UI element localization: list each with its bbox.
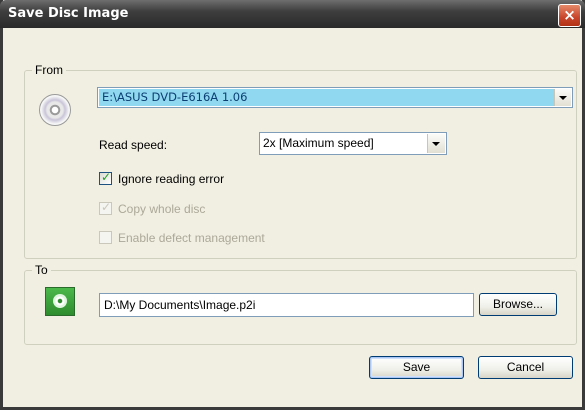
save-disc-image-dialog: Save Disc Image × From E:\ASUS DVD-E616A… [0,0,585,410]
destination-path-input[interactable]: D:\My Documents\Image.p2i [99,293,474,317]
ignore-errors-label[interactable]: Ignore reading error [118,172,224,186]
chevron-down-icon[interactable] [554,89,571,106]
checkbox-box [99,200,112,215]
checkbox-box[interactable] [99,170,112,185]
to-group: To D:\My Documents\Image.p2i Browse... [24,263,577,345]
save-button[interactable]: Save [369,356,464,379]
browse-button[interactable]: Browse... [479,293,557,316]
close-icon: × [563,6,576,24]
window-title: Save Disc Image [8,6,129,21]
chevron-down-icon[interactable] [427,134,445,153]
defect-management-label: Enable defect management [118,231,265,245]
cancel-button[interactable]: Cancel [478,356,573,379]
read-speed-label: Read speed: [99,138,168,152]
from-group: From E:\ASUS DVD-E616A 1.06 Read speed: … [24,63,577,259]
to-legend: To [32,263,51,277]
cd-icon [39,94,71,126]
from-legend: From [32,63,66,77]
close-button[interactable]: × [558,4,581,27]
save-image-icon [45,287,75,316]
copy-whole-disc-label: Copy whole disc [118,202,206,216]
read-speed-select[interactable]: 2x [Maximum speed] [259,132,447,155]
title-bar[interactable]: Save Disc Image × [0,0,585,28]
checkbox-box [99,231,112,244]
drive-select-value: E:\ASUS DVD-E616A 1.06 [99,89,554,106]
read-speed-value: 2x [Maximum speed] [263,136,374,150]
drive-select[interactable]: E:\ASUS DVD-E616A 1.06 [97,87,573,108]
